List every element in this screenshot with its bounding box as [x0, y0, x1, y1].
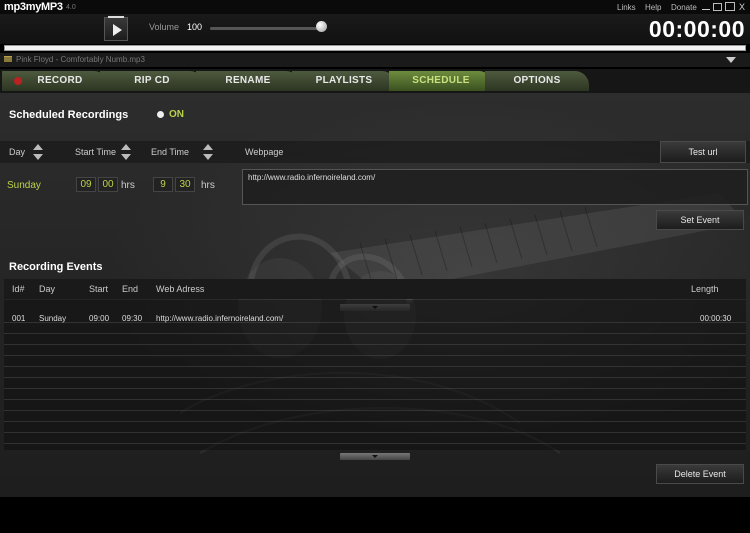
event-id: 001: [12, 314, 26, 323]
tab-rename[interactable]: RENAME: [196, 71, 300, 91]
col-day: Day: [39, 284, 56, 294]
event-start: 09:00: [89, 314, 110, 323]
delete-event-button[interactable]: Delete Event: [656, 464, 744, 484]
progress-fill: [5, 46, 745, 50]
event-end: 09:30: [122, 314, 143, 323]
day-spinner-icon[interactable]: [33, 144, 43, 160]
tab-rip-cd-label: RIP CD: [134, 75, 170, 86]
play-icon[interactable]: [104, 16, 128, 41]
day-value[interactable]: Sunday: [7, 180, 41, 191]
row-divider: [4, 388, 746, 389]
chevron-down-icon[interactable]: [726, 57, 736, 63]
start-time-spinner-icon[interactable]: [121, 144, 131, 160]
tab-rip-cd[interactable]: RIP CD: [100, 71, 204, 91]
start-minute-field[interactable]: 00: [98, 177, 118, 192]
row-divider: [4, 399, 746, 400]
tab-record-label: RECORD: [37, 75, 83, 86]
row-divider: [4, 366, 746, 367]
event-length: 00:00:30: [700, 314, 732, 323]
recording-events-title: Recording Events: [9, 261, 103, 273]
end-time-header: End Time: [151, 147, 190, 157]
tab-schedule-label: SCHEDULE: [412, 75, 470, 86]
tab-schedule[interactable]: SCHEDULE: [389, 71, 493, 91]
track-row: Pink Floyd - Comfortably Numb.mp3: [0, 53, 750, 67]
webpage-input[interactable]: http://www.radio.infernoireland.com/: [242, 169, 748, 205]
minimize-icon[interactable]: [701, 2, 711, 12]
test-url-button[interactable]: Test url: [660, 141, 746, 163]
tab-playlists[interactable]: PLAYLISTS: [292, 71, 396, 91]
col-id: Id#: [12, 284, 25, 294]
volume-label: Volume: [149, 22, 180, 32]
col-web-address: Web Adress: [156, 284, 205, 294]
app-version: 4.0: [66, 4, 76, 11]
end-minute-field[interactable]: 30: [175, 177, 195, 192]
col-end: End: [122, 284, 139, 294]
webpage-value: http://www.radio.infernoireland.com/: [248, 173, 376, 182]
tab-bar: RECORD RIP CD RENAME PLAYLISTS SCHEDULE …: [0, 69, 750, 93]
volume-knob[interactable]: [316, 21, 327, 32]
record-icon: [14, 77, 22, 85]
end-hrs-label: hrs: [201, 180, 215, 191]
title-bar: mp3myMP3 4.0 Links Help Donate X: [0, 0, 750, 14]
maximize-icon[interactable]: [725, 2, 735, 11]
start-time-header: Start Time: [75, 147, 117, 157]
webpage-header: Webpage: [245, 147, 284, 157]
track-name: Pink Floyd - Comfortably Numb.mp3: [16, 55, 145, 64]
status-radio-icon[interactable]: [157, 111, 164, 118]
app-logo: mp3myMP3: [4, 1, 63, 13]
events-table-header: Id# Day Start End Web Adress Length: [4, 279, 746, 299]
volume-slider[interactable]: [210, 27, 326, 30]
row-divider: [4, 443, 746, 444]
row-divider: [4, 322, 746, 323]
day-header: Day: [9, 147, 26, 157]
tab-rename-label: RENAME: [225, 75, 271, 86]
scheduled-recordings-title: Scheduled Recordings: [9, 109, 129, 121]
row-divider: [4, 410, 746, 411]
events-table: [4, 300, 746, 450]
status-on-label[interactable]: ON: [169, 109, 184, 120]
col-start: Start: [89, 284, 109, 294]
col-length: Length: [691, 284, 719, 294]
tab-options-label: OPTIONS: [513, 75, 561, 86]
event-day: Sunday: [39, 314, 67, 323]
tab-options[interactable]: OPTIONS: [485, 71, 589, 91]
schedule-panel: Scheduled Recordings ON Day Start Time E…: [0, 93, 750, 497]
tab-playlists-label: PLAYLISTS: [315, 75, 373, 86]
start-hour-field[interactable]: 09: [76, 177, 96, 192]
row-divider: [4, 432, 746, 433]
donate-link[interactable]: Donate: [671, 3, 697, 12]
links-link[interactable]: Links: [617, 3, 636, 12]
scroll-down-icon[interactable]: [340, 453, 410, 460]
row-divider: [4, 333, 746, 334]
tab-record[interactable]: RECORD: [2, 71, 108, 91]
row-divider: [4, 344, 746, 345]
time-display: 00:00:00: [648, 16, 745, 42]
close-icon[interactable]: X: [737, 2, 747, 12]
row-divider: [4, 355, 746, 356]
row-divider: [4, 377, 746, 378]
folder-icon[interactable]: [4, 56, 12, 62]
restore-icon[interactable]: [713, 3, 722, 11]
set-event-button[interactable]: Set Event: [656, 210, 744, 230]
row-divider: [4, 421, 746, 422]
progress-bar[interactable]: [4, 45, 746, 51]
volume-value: 100: [187, 22, 203, 32]
end-time-spinner-icon[interactable]: [203, 144, 213, 160]
end-hour-field[interactable]: 9: [153, 177, 173, 192]
event-web-address: http://www.radio.infernoireland.com/: [156, 314, 284, 323]
volume-fill: [210, 27, 326, 30]
schedule-header-row: Day Start Time End Time Webpage: [0, 141, 750, 163]
help-link[interactable]: Help: [645, 3, 661, 12]
start-hrs-label: hrs: [121, 180, 135, 191]
player-bar: Volume 100 00:00:00: [0, 14, 750, 44]
